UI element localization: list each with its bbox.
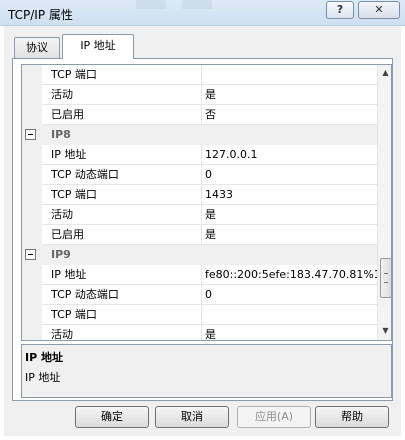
property-name: 已启用 [42,105,202,125]
cancel-button[interactable]: 取消 [155,406,229,428]
row-gutter [22,85,42,105]
property-row[interactable]: 活动是 [22,85,377,105]
property-row[interactable]: IP 地址 127.0.0.1 [22,145,377,165]
property-name: TCP 动态端口 [42,165,202,185]
property-value[interactable]: 0 [203,165,377,185]
background-ghost [182,0,212,9]
tcpip-properties-dialog: TCP/IP 属性 ? ✕ 协议 IP 地址 TCP 端口 活动是已启用否 IP8 I… [0,0,405,440]
property-name: TCP 端口 [42,65,202,85]
property-value[interactable] [203,305,377,325]
property-row[interactable]: TCP 端口 1433 [22,185,377,205]
apply-button[interactable]: 应用(A) [237,406,311,428]
category-label: IP8 [51,128,71,141]
tab-panel-ip-address: TCP 端口 活动是已启用否 IP8 IP 地址 127.0.0.1 TCP 动态端口 0 T… [12,58,393,401]
property-name: 活动 [42,85,202,105]
property-name: TCP 端口 [42,185,202,205]
row-gutter [22,145,42,165]
row-gutter [22,205,42,225]
property-value[interactable]: 否 [203,105,377,125]
property-row[interactable]: TCP 动态端口 0 [22,165,377,185]
property-value[interactable] [203,65,377,85]
tab-protocol[interactable]: 协议 [14,37,60,58]
property-grid: TCP 端口 活动是已启用否 IP8 IP 地址 127.0.0.1 TCP 动态端口 0 T… [21,64,392,341]
property-value[interactable]: fe80::200:5efe:183.47.70.81%13 [203,265,377,285]
collapse-icon[interactable] [25,249,36,260]
property-value[interactable]: 1433 [203,185,377,205]
property-row[interactable]: 活动是 [22,325,377,340]
vertical-scrollbar[interactable]: ▲ ▼ [377,65,391,340]
scroll-up-arrow-icon[interactable]: ▲ [378,65,391,80]
property-value[interactable]: 是 [203,225,377,245]
row-gutter [22,285,42,305]
ok-button[interactable]: 确定 [75,406,149,428]
property-row[interactable]: 活动是 [22,205,377,225]
property-name: 活动 [42,325,202,340]
row-gutter [22,165,42,185]
help-dialog-button[interactable]: 帮助 [315,406,389,428]
property-name: TCP 端口 [42,305,202,325]
property-name: IP 地址 [42,145,202,165]
category-label: IP9 [51,248,71,261]
property-name: TCP 动态端口 [42,285,202,305]
scrollbar-thumb[interactable] [380,258,391,298]
row-gutter [22,65,42,85]
property-row[interactable]: TCP 端口 [22,65,377,85]
row-gutter [22,185,42,205]
description-text: IP 地址 [25,371,61,384]
window-title: TCP/IP 属性 [8,8,73,22]
property-row[interactable]: 已启用否 [22,105,377,125]
row-gutter [22,105,42,125]
row-gutter [22,225,42,245]
row-gutter [22,305,42,325]
row-gutter [22,325,42,340]
close-button[interactable]: ✕ [358,1,400,19]
property-row[interactable]: TCP 端口 [22,305,377,325]
property-row[interactable]: TCP 动态端口 0 [22,285,377,305]
title-bar: TCP/IP 属性 ? ✕ [0,0,405,26]
category-row[interactable]: IP8 [22,125,377,145]
category-row[interactable]: IP9 [22,245,377,265]
property-row[interactable]: IP 地址 fe80::200:5efe:183.47.70.81%13 [22,265,377,285]
collapse-icon[interactable] [25,129,36,140]
property-row[interactable]: 已启用是 [22,225,377,245]
description-pane: IP 地址 IP 地址 [21,344,392,398]
row-gutter [22,265,42,285]
background-ghost [136,0,166,9]
description-title: IP 地址 [25,351,63,364]
property-name: IP 地址 [42,265,202,285]
property-name: 已启用 [42,225,202,245]
dialog-client-area: 协议 IP 地址 TCP 端口 活动是已启用否 IP8 IP 地址 127.0.0.1 T… [4,26,401,436]
scroll-down-arrow-icon[interactable]: ▼ [378,323,391,338]
property-name: 活动 [42,205,202,225]
help-button[interactable]: ? [326,1,354,19]
property-value[interactable]: 是 [203,325,377,340]
tab-ip-address[interactable]: IP 地址 [62,34,134,59]
property-value[interactable]: 0 [203,285,377,305]
property-value[interactable]: 127.0.0.1 [203,145,377,165]
property-value[interactable]: 是 [203,85,377,105]
property-value[interactable]: 是 [203,205,377,225]
